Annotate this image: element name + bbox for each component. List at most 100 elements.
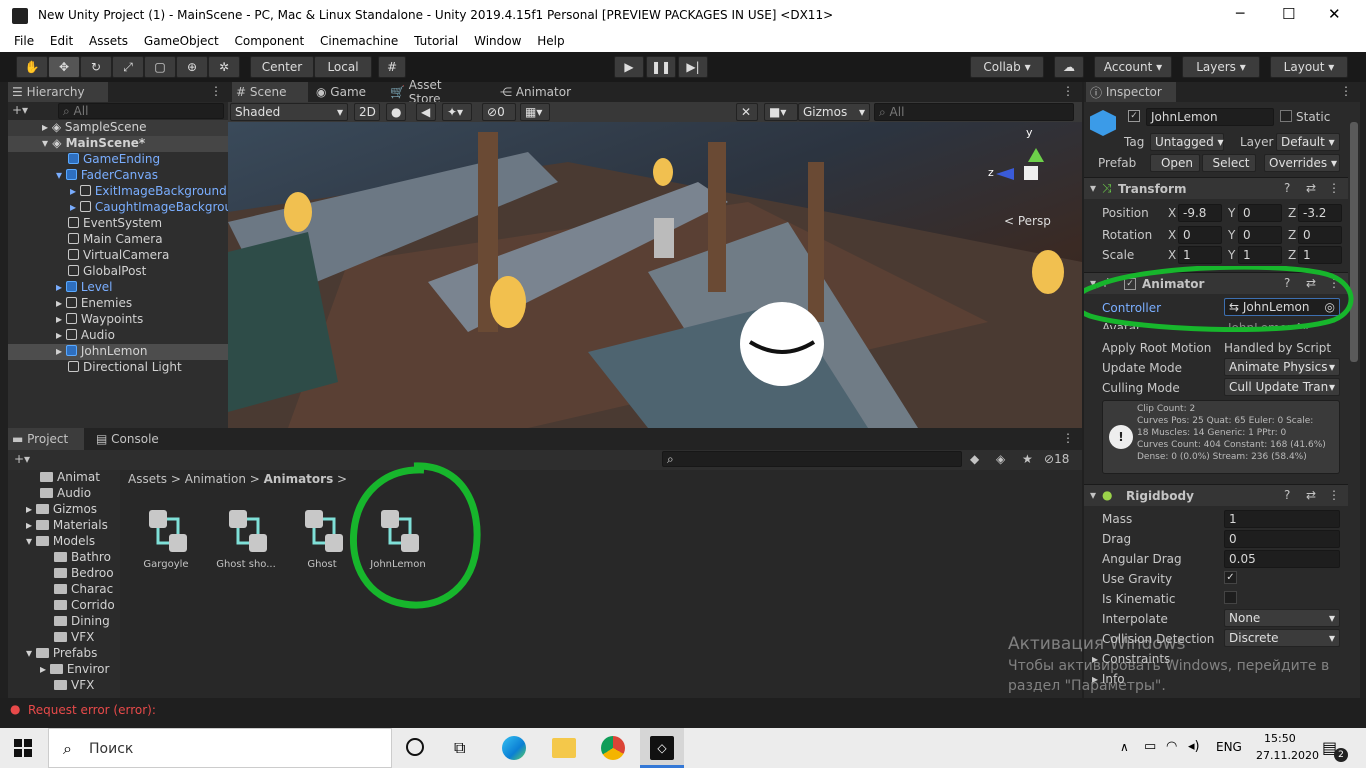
- collision-detection-dropdown[interactable]: Discrete ▾: [1224, 629, 1340, 647]
- add-icon[interactable]: +▾: [14, 452, 30, 466]
- pause-button[interactable]: ❚❚: [646, 56, 676, 78]
- maximize-button[interactable]: ☐: [1282, 5, 1295, 23]
- hidden-packages-icon[interactable]: ⊘18: [1044, 452, 1069, 466]
- tree-item[interactable]: ▾ Prefabs: [26, 646, 97, 662]
- custom-tool-icon[interactable]: ✲: [208, 56, 240, 78]
- tab-project[interactable]: ▬ Project: [8, 428, 84, 450]
- rotation-z-field[interactable]: 0: [1298, 226, 1342, 244]
- show-hidden-icons-icon[interactable]: ∧: [1120, 740, 1129, 754]
- tree-item[interactable]: Bedroo: [54, 566, 114, 582]
- menu-cinemachine[interactable]: Cinemachine: [320, 32, 398, 48]
- rotate-tool-icon[interactable]: ↻: [80, 56, 112, 78]
- position-y-field[interactable]: 0: [1238, 204, 1282, 222]
- tab-hierarchy[interactable]: ☰ Hierarchy: [8, 82, 108, 102]
- breadcrumb-animators[interactable]: Animators: [264, 472, 334, 486]
- prefab-select-button[interactable]: Select: [1202, 154, 1256, 172]
- filter-label-icon[interactable]: ◈: [996, 452, 1005, 466]
- menu-gameobject[interactable]: GameObject: [144, 32, 219, 48]
- tree-item[interactable]: Charac: [54, 582, 113, 598]
- object-name-field[interactable]: JohnLemon: [1146, 108, 1274, 126]
- mass-field[interactable]: 1: [1224, 510, 1340, 528]
- audio-icon[interactable]: ◀: [416, 103, 436, 121]
- clock-date[interactable]: 27.11.2020: [1256, 749, 1319, 762]
- scale-z-field[interactable]: 1: [1298, 246, 1342, 264]
- list-item-selected[interactable]: ▸ JohnLemon: [8, 344, 228, 360]
- camera-icon[interactable]: ■▾: [764, 103, 798, 121]
- list-item[interactable]: GameEnding: [68, 152, 160, 168]
- filter-type-icon[interactable]: ◆: [970, 452, 979, 466]
- prefab-open-button[interactable]: Open: [1150, 154, 1200, 172]
- tab-scene[interactable]: # Scene: [232, 82, 308, 102]
- update-mode-dropdown[interactable]: Animate Physics ▾: [1224, 358, 1340, 376]
- menu-component[interactable]: Component: [235, 32, 305, 48]
- scale-tool-icon[interactable]: ⤢: [112, 56, 144, 78]
- position-x-field[interactable]: -9.8: [1178, 204, 1222, 222]
- list-item[interactable]: GlobalPost: [68, 264, 146, 280]
- list-item[interactable]: Directional Light: [68, 360, 182, 376]
- tree-item[interactable]: Animat: [40, 470, 100, 486]
- clock-time[interactable]: 15:50: [1264, 732, 1296, 745]
- rotation-y-field[interactable]: 0: [1238, 226, 1282, 244]
- minimize-button[interactable]: ─: [1236, 6, 1244, 22]
- scene-search-input[interactable]: ⌕ All: [874, 103, 1074, 121]
- list-item[interactable]: ▸ CaughtImageBackgrou: [70, 200, 232, 216]
- help-icon[interactable]: ?: [1284, 181, 1290, 195]
- list-item[interactable]: ▸ Waypoints: [56, 312, 143, 328]
- asset-item[interactable]: Ghost: [294, 506, 350, 576]
- tree-item[interactable]: ▸ Gizmos: [26, 502, 97, 518]
- list-item[interactable]: ▾ FaderCanvas: [56, 168, 158, 184]
- tools-icon[interactable]: ✕: [736, 103, 758, 121]
- volume-icon[interactable]: ◂): [1188, 739, 1200, 754]
- taskbar-search-box[interactable]: ⌕ Поиск: [48, 728, 392, 768]
- scene-viewport[interactable]: y z < Persp: [228, 122, 1082, 428]
- wifi-icon[interactable]: ◠: [1166, 739, 1177, 754]
- grid-snap-icon[interactable]: #: [378, 56, 406, 78]
- preset-icon[interactable]: ⇄: [1306, 181, 1316, 195]
- breadcrumb-animation[interactable]: Animation: [185, 472, 246, 486]
- asset-item[interactable]: Gargoyle: [138, 506, 194, 576]
- rect-tool-icon[interactable]: ▢: [144, 56, 176, 78]
- list-item[interactable]: EventSystem: [68, 216, 162, 232]
- list-item[interactable]: ▸ ExitImageBackground: [70, 184, 227, 200]
- kebab-menu-icon[interactable]: ⋮: [210, 84, 222, 98]
- kebab-menu-icon[interactable]: ⋮: [1328, 181, 1340, 195]
- tag-dropdown[interactable]: Untagged ▾: [1150, 133, 1224, 151]
- collab-dropdown[interactable]: Collab ▾: [970, 56, 1044, 78]
- transform-header[interactable]: ▾ ⤨ Transform ? ⇄ ⋮: [1084, 177, 1348, 199]
- transform-tool-icon[interactable]: ⊕: [176, 56, 208, 78]
- menu-window[interactable]: Window: [474, 32, 521, 48]
- scale-x-field[interactable]: 1: [1178, 246, 1222, 264]
- tree-item[interactable]: ▾ Models: [26, 534, 95, 550]
- list-item[interactable]: ▸ Enemies: [56, 296, 132, 312]
- active-checkbox[interactable]: ✓: [1128, 110, 1140, 122]
- play-button[interactable]: ▶: [614, 56, 644, 78]
- breadcrumb-assets[interactable]: Assets: [128, 472, 167, 486]
- unity-taskbar-item[interactable]: ◇: [640, 728, 684, 768]
- 2d-toggle[interactable]: 2D: [354, 103, 380, 121]
- use-gravity-checkbox[interactable]: ✓: [1224, 571, 1237, 584]
- kebab-menu-icon[interactable]: ⋮: [1328, 488, 1340, 502]
- position-z-field[interactable]: -3.2: [1298, 204, 1342, 222]
- tab-console[interactable]: ▤ Console: [92, 428, 172, 450]
- tree-item[interactable]: ▸ Materials: [26, 518, 108, 534]
- rigidbody-header[interactable]: ▾ ● Rigidbody ? ⇄ ⋮: [1084, 484, 1348, 506]
- list-item[interactable]: ▸ Level: [56, 280, 113, 296]
- cloud-icon[interactable]: ☁: [1054, 56, 1084, 78]
- lighting-icon[interactable]: ●: [386, 103, 406, 121]
- tree-item[interactable]: Dining: [54, 614, 110, 630]
- error-message[interactable]: Request error (error):: [28, 703, 156, 717]
- rotation-x-field[interactable]: 0: [1178, 226, 1222, 244]
- tree-item[interactable]: Audio: [40, 486, 91, 502]
- kebab-menu-icon[interactable]: ⋮: [1062, 84, 1074, 98]
- menu-edit[interactable]: Edit: [50, 32, 73, 48]
- scale-y-field[interactable]: 1: [1238, 246, 1282, 264]
- drag-field[interactable]: 0: [1224, 530, 1340, 548]
- project-search-input[interactable]: ⌕: [662, 451, 962, 467]
- layers-dropdown[interactable]: Layers ▾: [1182, 56, 1260, 78]
- list-item[interactable]: VirtualCamera: [68, 248, 169, 264]
- edge-browser-icon[interactable]: [502, 736, 526, 760]
- network-icon[interactable]: ▭: [1144, 739, 1156, 754]
- kebab-menu-icon[interactable]: ⋮: [1062, 431, 1074, 445]
- tab-inspector[interactable]: ⓘ Inspector: [1086, 82, 1176, 102]
- tree-item[interactable]: VFX: [54, 678, 94, 694]
